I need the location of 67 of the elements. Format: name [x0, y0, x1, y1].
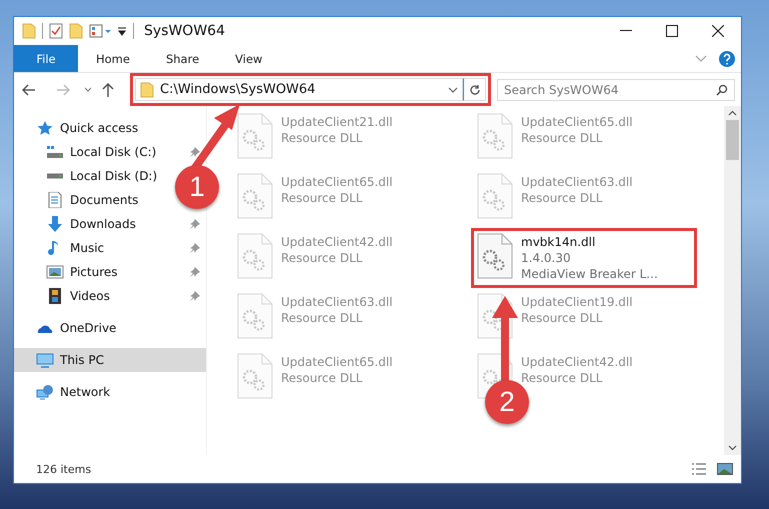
file-detail: Resource DLL	[281, 250, 362, 266]
item-count: 126 items	[36, 462, 92, 476]
pin-icon[interactable]	[190, 219, 200, 229]
pin-icon[interactable]	[190, 291, 200, 301]
document-icon	[46, 192, 64, 208]
details-view-icon[interactable]	[691, 463, 707, 475]
scrollbar[interactable]	[724, 106, 741, 455]
pin-icon[interactable]	[190, 243, 200, 253]
nav-item[interactable]: Local Disk (D:)	[14, 164, 164, 188]
chevron-down-icon[interactable]	[84, 86, 92, 92]
file-detail: Resource DLL	[521, 190, 602, 206]
chevron-down-icon[interactable]	[448, 86, 458, 92]
file-detail: 1.4.0.30	[521, 250, 571, 266]
search-icon	[716, 84, 728, 96]
picture-icon	[46, 264, 64, 280]
file-detail: Resource DLL	[281, 190, 362, 206]
chevron-up-icon[interactable]	[728, 110, 737, 116]
ribbon-tab[interactable]: Share	[148, 45, 218, 72]
nav-item[interactable]: Local Disk (C:)	[14, 140, 206, 164]
ribbon-tab[interactable]: Home	[78, 45, 148, 72]
refresh-icon	[468, 84, 480, 96]
close-icon	[712, 25, 724, 37]
download-arrow-icon	[46, 216, 64, 232]
nav-item[interactable]: Pictures	[14, 260, 206, 284]
dropdown-icon[interactable]	[117, 26, 127, 36]
drive-icon	[46, 145, 64, 159]
nav-item[interactable]: Network	[14, 380, 206, 404]
folder-icon	[140, 82, 154, 98]
nav-item[interactable]: Videos	[14, 284, 206, 308]
maximize-icon	[666, 25, 678, 37]
file-detail: MediaView Breaker L...	[521, 266, 658, 282]
file-detail: Resource DLL	[521, 310, 602, 326]
refresh-button[interactable]	[463, 78, 486, 101]
nav-item[interactable]: Music	[14, 236, 206, 260]
file-tab[interactable]: File	[14, 45, 78, 72]
ribbon-tab[interactable]: View	[217, 45, 280, 72]
nav-item[interactable]: Quick access	[14, 116, 206, 140]
back-arrow-icon[interactable]	[22, 84, 36, 96]
nav-item[interactable]: Documents	[14, 188, 144, 212]
file-detail: Resource DLL	[281, 130, 362, 146]
pin-icon[interactable]	[190, 267, 200, 277]
up-arrow-icon[interactable]	[102, 82, 114, 96]
nav-item[interactable]: Downloads	[14, 212, 206, 236]
thumbnail-view-icon[interactable]	[717, 463, 733, 475]
network-icon	[36, 384, 54, 400]
chevron-down-icon[interactable]	[728, 445, 737, 451]
search-field[interactable]: Search SysWOW64	[497, 78, 735, 100]
pin-icon[interactable]	[190, 147, 200, 157]
monitor-icon	[36, 352, 54, 368]
file-detail: Resource DLL	[521, 130, 602, 146]
address-bar[interactable]: C:\Windows\SysWOW64	[135, 78, 463, 101]
file-detail: Resource DLL	[281, 310, 362, 326]
file-name[interactable]: mvbk14n.dll	[521, 234, 596, 250]
scrollbar-thumb[interactable]	[726, 120, 739, 160]
drive-icon	[46, 173, 64, 179]
checklist-icon[interactable]	[49, 23, 63, 39]
nav-item[interactable]: This PC	[14, 348, 206, 372]
nav-item[interactable]: OneDrive	[14, 316, 206, 340]
window-title: SysWOW64	[144, 23, 225, 39]
file-detail: Resource DLL	[281, 370, 362, 386]
minimize-icon	[620, 30, 632, 32]
help-icon[interactable]	[719, 50, 735, 66]
new-folder-icon	[69, 23, 83, 39]
folder-icon	[22, 23, 36, 39]
properties-icon[interactable]	[89, 24, 111, 38]
film-icon	[46, 288, 64, 304]
star-icon	[36, 120, 54, 136]
